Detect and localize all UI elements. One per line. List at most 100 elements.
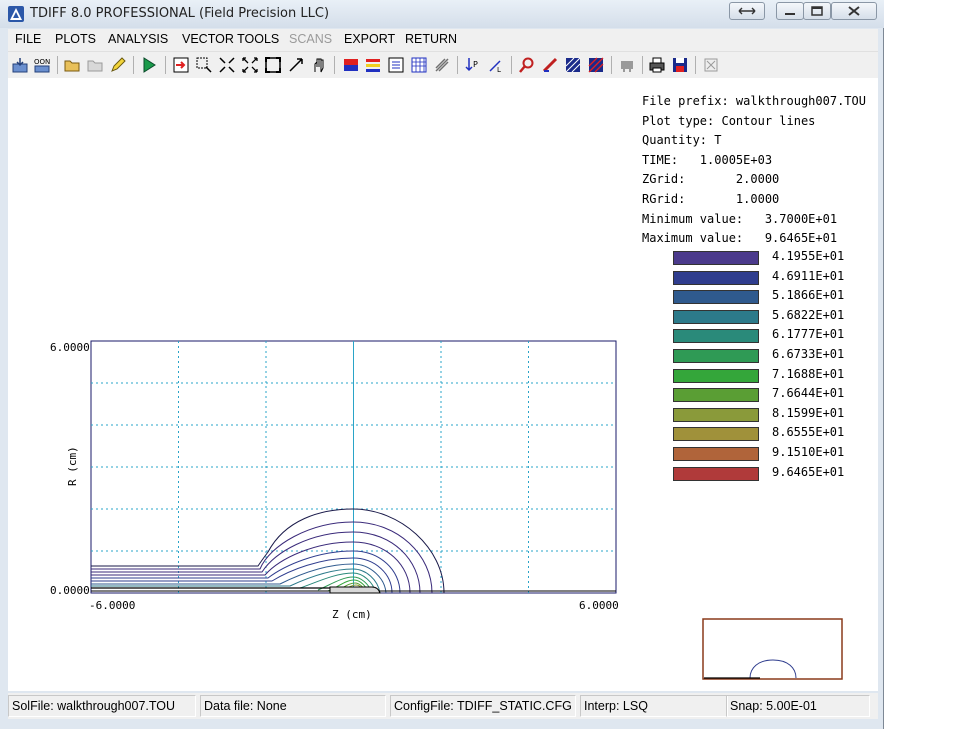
legend-swatch	[673, 427, 759, 442]
save-icon[interactable]	[671, 56, 689, 74]
toolbar-separator	[334, 56, 335, 74]
load-solution-icon[interactable]	[11, 56, 29, 74]
status-bar: SolFile: walkthrough007.TOU Data file: N…	[8, 693, 878, 719]
legend-swatch	[673, 466, 759, 481]
toolbar-separator	[165, 56, 166, 74]
interp-status: Interp: LSQ	[580, 695, 728, 717]
rgrid-text: RGrid: 1.0000	[642, 191, 780, 206]
run-icon[interactable]	[140, 56, 158, 74]
legend-swatch	[673, 329, 759, 344]
menu-bar: FILE PLOTS ANALYSIS VECTOR TOOLS SCANS E…	[8, 29, 878, 51]
menu-scans[interactable]: SCANS	[289, 32, 332, 46]
contour-plot-icon[interactable]	[364, 56, 382, 74]
file-prefix-text: File prefix: walkthrough007.TOU	[642, 94, 866, 108]
legend-label: 5.1866E+01	[772, 288, 845, 303]
close-icon	[848, 6, 860, 16]
legend-label: 8.6555E+01	[772, 425, 845, 440]
hand-icon[interactable]	[310, 56, 328, 74]
legend-swatch	[673, 309, 759, 324]
title-bar[interactable]: TDIFF 8.0 PROFESSIONAL (Field Precision …	[0, 0, 884, 28]
toolbar-separator	[511, 56, 512, 74]
zoom-window-icon[interactable]	[195, 56, 213, 74]
toolbar-separator	[611, 56, 612, 74]
pan-icon[interactable]	[287, 56, 305, 74]
line-scan-icon[interactable]: L	[487, 56, 505, 74]
maximize-button[interactable]	[803, 2, 831, 20]
close-button[interactable]	[831, 2, 877, 20]
legend-label: 6.1777E+01	[772, 327, 845, 342]
close-plot-icon[interactable]	[702, 56, 720, 74]
menu-export[interactable]: EXPORT	[344, 32, 395, 46]
field-lines-icon[interactable]	[433, 56, 451, 74]
plot-type-text: Plot type: Contour lines	[642, 113, 816, 128]
open-folder-icon[interactable]	[63, 56, 81, 74]
legend-label: 9.6465E+01	[772, 464, 845, 479]
toolbar: OON P L	[8, 51, 878, 78]
maximum-value-text: Maximum value: 9.6465E+01	[642, 231, 838, 246]
zoom-out-icon[interactable]	[241, 56, 259, 74]
toolbar-separator	[695, 56, 696, 74]
export-plot-icon[interactable]	[172, 56, 190, 74]
configfile-status: ConfigFile: TDIFF_STATIC.CFG	[390, 695, 576, 717]
maximize-icon	[811, 6, 823, 16]
legend-swatch	[673, 270, 759, 285]
surface-plot-icon[interactable]	[410, 56, 428, 74]
menu-return[interactable]: RETURN	[405, 32, 457, 46]
vector-icon[interactable]	[541, 56, 559, 74]
restore-icon	[738, 7, 756, 15]
pencil-icon[interactable]	[109, 56, 127, 74]
legend-label: 7.1688E+01	[772, 366, 845, 381]
grid-icon[interactable]	[564, 56, 582, 74]
plot-info-panel: File prefix: walkthrough007.TOU Plot type…	[642, 92, 866, 249]
full-view-icon[interactable]	[264, 56, 282, 74]
quantity-text: Quantity: T	[642, 133, 722, 148]
legend-swatch	[673, 349, 759, 363]
window-title: TDIFF 8.0 PROFESSIONAL (Field Precision …	[30, 6, 330, 21]
element-grid-icon[interactable]	[587, 56, 605, 74]
on-icon[interactable]: OON	[33, 56, 51, 74]
filled-contour-icon[interactable]	[387, 56, 405, 74]
svg-text:P: P	[473, 60, 478, 69]
legend-label: 7.6644E+01	[772, 386, 845, 401]
datafile-status: Data file: None	[200, 695, 386, 717]
minimize-icon	[785, 13, 795, 15]
menu-plots[interactable]: PLOTS	[55, 32, 96, 46]
legend-label: 4.1955E+01	[772, 249, 845, 263]
legend-swatch	[673, 368, 759, 383]
minimum-value-text: Minimum value: 3.7000E+01	[642, 211, 838, 226]
minimize-button[interactable]	[776, 2, 804, 20]
toolbar-separator	[133, 56, 134, 74]
zoom-in-icon[interactable]	[218, 56, 236, 74]
restore-button[interactable]	[729, 2, 765, 20]
point-probe-icon[interactable]: P	[464, 56, 482, 74]
menu-file[interactable]: FILE	[15, 32, 41, 46]
solfile-status: SolFile: walkthrough007.TOU	[8, 695, 196, 717]
toolbar-separator	[457, 56, 458, 74]
open-folder-disabled-icon[interactable]	[86, 56, 104, 74]
application-window: TDIFF 8.0 PROFESSIONAL (Field Precision …	[0, 0, 884, 729]
search-icon[interactable]	[518, 56, 536, 74]
legend-label: 5.6822E+01	[772, 307, 845, 322]
legend-label: 8.1599E+01	[772, 405, 845, 420]
print-icon[interactable]	[648, 56, 666, 74]
settings-icon[interactable]	[618, 56, 636, 74]
zgrid-text: ZGrid: 2.0000	[642, 172, 780, 187]
triangle-app-icon[interactable]	[8, 6, 24, 22]
toolbar-separator	[642, 56, 643, 74]
legend-swatch	[673, 388, 759, 403]
menu-analysis[interactable]: ANALYSIS	[108, 32, 168, 46]
legend-swatch	[673, 407, 759, 422]
toolbar-separator	[57, 56, 58, 74]
element-plot-icon[interactable]	[342, 56, 360, 74]
legend-label: 6.6733E+01	[772, 347, 845, 361]
svg-text:OON: OON	[34, 58, 50, 66]
snap-status: Snap: 5.00E-01	[726, 695, 870, 717]
legend-swatch	[673, 251, 759, 265]
legend-swatch	[673, 290, 759, 305]
legend-swatch	[673, 447, 759, 461]
time-text: TIME: 1.0005E+03	[642, 152, 773, 167]
svg-text:L: L	[497, 66, 501, 74]
legend-label: 4.6911E+01	[772, 268, 845, 283]
legend-label: 9.1510E+01	[772, 445, 845, 459]
menu-vector-tools[interactable]: VECTOR TOOLS	[182, 32, 279, 46]
